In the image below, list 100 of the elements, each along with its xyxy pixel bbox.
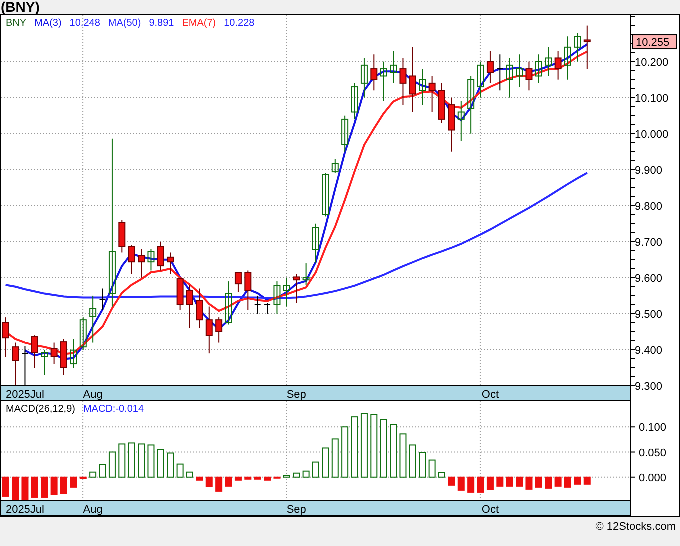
candlestick: [409, 46, 416, 113]
last-price-label: 10.255: [632, 34, 678, 50]
histogram-bar: [496, 476, 504, 487]
histogram-bar: [206, 476, 213, 488]
histogram-bar: [108, 452, 116, 478]
candlestick: [138, 248, 146, 278]
axis-label: 9.300: [635, 381, 663, 393]
legend-label: EMA(7): [182, 18, 216, 29]
candlestick: [448, 97, 456, 152]
histogram-bar: [264, 476, 272, 481]
candlestick: [176, 277, 184, 311]
histogram-bar: [31, 476, 38, 498]
histogram-bar: [486, 476, 494, 490]
candlestick: [148, 248, 155, 272]
candlestick: [293, 274, 300, 304]
candlestick: [554, 50, 562, 80]
histogram-bar: [360, 413, 368, 478]
histogram-bar: [118, 444, 126, 478]
legend-label: MA(3): [34, 18, 62, 29]
axis-label: 0.050: [639, 447, 667, 460]
legend-label: MACD(26,12,9): [6, 404, 76, 415]
histogram-bar: [351, 416, 358, 478]
histogram-bar: [390, 424, 398, 478]
legend-value: 10.228: [224, 18, 255, 29]
histogram-bar: [186, 472, 194, 478]
histogram-bar: [216, 476, 223, 492]
date-label: Aug: [83, 504, 103, 516]
histogram-bar: [545, 476, 552, 489]
candlestick: [225, 281, 232, 326]
histogram-bar: [526, 476, 533, 490]
histogram-bar: [128, 442, 136, 478]
histogram-bar: [50, 476, 58, 496]
date-label: Oct: [482, 504, 500, 516]
axis-label: 0.100: [639, 422, 667, 434]
histogram-bar: [448, 476, 456, 486]
histogram-bar: [90, 472, 97, 478]
candlestick: [206, 306, 213, 354]
histogram-bar: [80, 476, 87, 480]
candlestick: [360, 58, 368, 98]
ticker-title: (BNY): [0, 0, 41, 14]
candlestick: [322, 172, 330, 218]
candlestick: [351, 82, 358, 120]
histogram-bar: [254, 476, 262, 480]
candlestick: [128, 245, 136, 275]
candlestick: [244, 270, 252, 311]
histogram-bar: [293, 472, 300, 478]
legend-value: 9.891: [149, 18, 174, 29]
candlestick: [370, 54, 378, 92]
candlestick: [157, 241, 164, 272]
candlestick: [468, 76, 475, 134]
candlestick: [41, 349, 48, 376]
candlestick: [496, 54, 504, 92]
histogram-bar: [400, 434, 407, 478]
candlestick: [584, 25, 591, 70]
axis-label: 9.700: [635, 236, 663, 249]
candlestick: [332, 158, 339, 174]
candlestick: [428, 76, 436, 113]
histogram-bar: [225, 476, 232, 487]
candlestick: [2, 317, 10, 358]
histogram-bar: [419, 452, 426, 478]
histogram-bar: [312, 462, 320, 478]
candlestick: [234, 272, 242, 293]
candlestick: [312, 223, 320, 264]
axis-label: 9.900: [635, 164, 663, 177]
histogram-bar: [196, 476, 204, 481]
histogram-bar: [60, 476, 68, 494]
candlestick: [564, 36, 572, 80]
candlestick: [90, 295, 97, 344]
candlestick: [506, 58, 514, 98]
candlestick: [186, 284, 194, 329]
candlestick: [118, 220, 126, 254]
axis-label: 9.600: [635, 272, 663, 285]
legend-value: MACD:-0.014: [83, 404, 144, 415]
date-label: 2025Jul: [6, 504, 44, 516]
histogram-bar: [332, 438, 339, 478]
candlestick: [216, 317, 223, 344]
histogram-bar: [70, 476, 78, 488]
candlestick: [486, 50, 494, 84]
histogram-bar: [477, 476, 484, 493]
axis-label: 10.100: [635, 92, 669, 105]
histogram-bar: [574, 476, 582, 485]
candlestick: [535, 54, 542, 84]
date-label: Oct: [482, 389, 500, 401]
candlestick: [419, 68, 426, 106]
histogram-bar: [458, 476, 465, 491]
candlestick: [380, 61, 388, 102]
legend-value: 10.248: [70, 18, 100, 29]
axis-label: 10.000: [635, 128, 669, 141]
candlestick: [342, 115, 349, 152]
candlestick: [516, 54, 524, 88]
candlestick: [438, 82, 446, 124]
axis-label: 9.400: [635, 344, 663, 357]
histogram-bar: [322, 448, 330, 478]
copyright-text: © 12Stocks.com: [596, 521, 676, 533]
candlestick: [12, 342, 20, 386]
histogram-bar: [380, 419, 388, 478]
histogram-bar: [138, 444, 146, 478]
histogram-bar: [428, 460, 436, 478]
histogram-bar: [584, 476, 591, 485]
candlestick: [80, 317, 87, 350]
